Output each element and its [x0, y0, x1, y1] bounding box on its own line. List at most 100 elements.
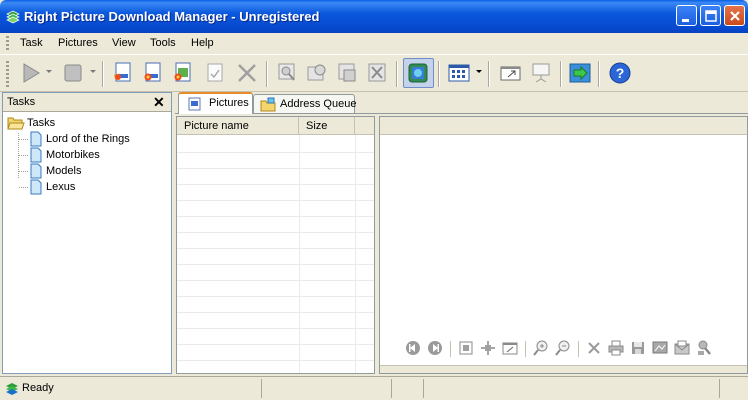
- fit-window-icon: [459, 341, 473, 355]
- stack-icon: [6, 383, 18, 395]
- grid-row-line: [177, 328, 374, 329]
- status-panel: [391, 379, 423, 398]
- folder-open-icon: [7, 117, 25, 130]
- download-pictures-button[interactable]: [334, 60, 360, 86]
- task-item[interactable]: Motorbikes: [29, 147, 100, 163]
- thumbnails-view-icon: [448, 64, 470, 82]
- task-item[interactable]: Lord of the Rings: [29, 131, 130, 147]
- email-picture-button[interactable]: [673, 339, 691, 357]
- print-icon: [608, 340, 624, 356]
- preview-separator: [525, 341, 526, 357]
- picture-list[interactable]: Picture name Size: [176, 116, 375, 374]
- save-picture-button[interactable]: [629, 339, 647, 357]
- close-tasks-panel-icon[interactable]: ✕: [153, 94, 165, 111]
- grid-row-line: [177, 296, 374, 297]
- tab-address-queue[interactable]: Address Queue: [253, 94, 356, 114]
- tab-pictures-label: Pictures: [209, 97, 249, 109]
- tree-root-tasks[interactable]: Tasks: [7, 115, 55, 131]
- help-button[interactable]: ?: [607, 60, 633, 86]
- export-button[interactable]: [567, 60, 593, 86]
- set-wallpaper-button[interactable]: [651, 339, 669, 357]
- grid-row-line: [177, 168, 374, 169]
- grid-row-line: [177, 200, 374, 201]
- document-icon: [30, 131, 42, 147]
- check-task-icon: [207, 63, 223, 82]
- print-picture-button[interactable]: [607, 339, 625, 357]
- stop-dropdown-arrow[interactable]: [90, 70, 96, 73]
- zoom-in-button[interactable]: [532, 339, 550, 357]
- new-task-icon: [114, 62, 131, 82]
- delete-icon: [588, 342, 600, 354]
- fit-window-button[interactable]: [457, 339, 475, 357]
- grid-row-line: [177, 232, 374, 233]
- minimize-button[interactable]: [676, 5, 697, 26]
- column-size[interactable]: Size: [299, 117, 355, 135]
- minimize-icon: [682, 19, 689, 22]
- cancel-download-button[interactable]: [364, 60, 390, 86]
- thumbnails-view-button[interactable]: [446, 60, 472, 86]
- size-grip[interactable]: [719, 379, 746, 398]
- zoom-out-button[interactable]: [554, 339, 572, 357]
- task-item[interactable]: Lexus: [29, 179, 75, 195]
- stop-button[interactable]: [60, 60, 86, 86]
- task-item[interactable]: Models: [29, 163, 81, 179]
- next-picture-button[interactable]: [426, 339, 444, 357]
- content-area: Pictures Address Queue Picture name Size: [175, 92, 748, 375]
- view-dropdown-arrow[interactable]: [476, 70, 482, 73]
- close-button[interactable]: [724, 5, 745, 26]
- toolbar-grip: [6, 61, 9, 87]
- grid-row-line: [177, 360, 374, 361]
- find-pictures-button[interactable]: [274, 60, 300, 86]
- fullscreen-button[interactable]: [501, 339, 519, 357]
- tasks-panel-title: Tasks: [7, 96, 36, 108]
- status-bar: Ready: [0, 376, 748, 400]
- delete-picture-button[interactable]: [585, 339, 603, 357]
- new-task-button[interactable]: [110, 60, 136, 86]
- browser-button[interactable]: [405, 60, 431, 86]
- maximize-button[interactable]: [700, 5, 721, 26]
- preview-pane[interactable]: [379, 116, 748, 374]
- new-task-pictures-icon: [174, 62, 191, 82]
- actual-size-button[interactable]: [479, 339, 497, 357]
- menu-view[interactable]: View: [112, 37, 136, 49]
- refresh-pictures-button[interactable]: [304, 60, 330, 86]
- menu-task[interactable]: Task: [20, 37, 43, 49]
- list-header: Picture name Size: [177, 117, 374, 135]
- rewind-icon: [406, 341, 420, 355]
- check-task-button[interactable]: [202, 60, 228, 86]
- preview-header: [380, 117, 747, 135]
- new-task-pictures-button[interactable]: [170, 60, 196, 86]
- menu-help[interactable]: Help: [191, 37, 214, 49]
- play-button[interactable]: [18, 60, 44, 86]
- window-button[interactable]: [498, 60, 524, 86]
- toolbar: ?: [0, 54, 748, 92]
- download-pictures-icon: [338, 63, 356, 82]
- menu-grip: [6, 36, 9, 51]
- menu-tools[interactable]: Tools: [150, 37, 176, 49]
- column-picture-name[interactable]: Picture name: [177, 117, 299, 135]
- grid-row-line: [177, 280, 374, 281]
- window-title: Right Picture Download Manager - Unregis…: [24, 9, 320, 24]
- task-item-label: Motorbikes: [46, 149, 100, 161]
- first-picture-button[interactable]: [404, 339, 422, 357]
- export-icon: [569, 63, 591, 83]
- delete-button[interactable]: [234, 60, 260, 86]
- menu-bar: Task Pictures View Tools Help: [0, 33, 748, 53]
- new-task-star-button[interactable]: [140, 60, 166, 86]
- column-picture-name-label: Picture name: [184, 120, 249, 132]
- toolbar-separator: [560, 61, 562, 87]
- preview-scrollbar[interactable]: [380, 365, 747, 373]
- status-panel: [423, 379, 719, 398]
- document-icon: [30, 147, 42, 163]
- preview-toolbar: [380, 339, 747, 361]
- menu-pictures[interactable]: Pictures: [58, 37, 98, 49]
- tab-pictures[interactable]: Pictures: [178, 92, 253, 114]
- toolbar-separator: [266, 61, 268, 87]
- actual-size-icon: [481, 341, 495, 355]
- task-item-label: Models: [46, 165, 82, 177]
- grid-column-line: [355, 135, 356, 373]
- play-dropdown-arrow[interactable]: [46, 70, 52, 73]
- slideshow-button[interactable]: [528, 60, 554, 86]
- properties-button[interactable]: [695, 339, 713, 357]
- grid-row-line: [177, 184, 374, 185]
